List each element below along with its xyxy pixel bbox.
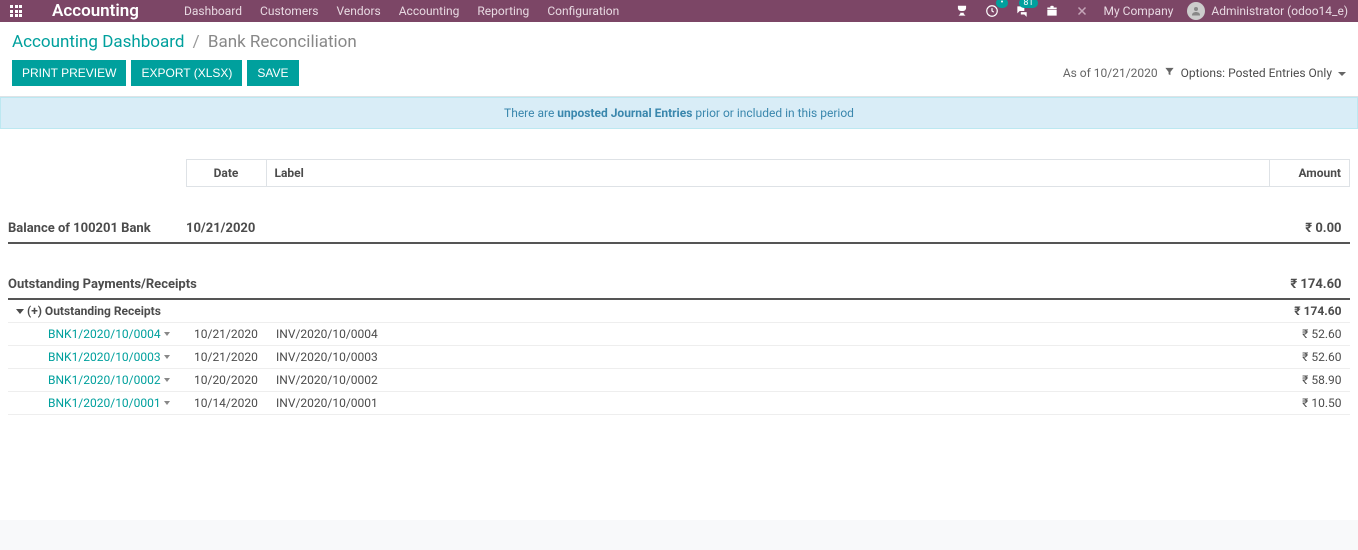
- breadcrumb-current: Bank Reconciliation: [208, 32, 357, 52]
- col-blank: [8, 160, 186, 187]
- save-button[interactable]: Save: [247, 60, 298, 86]
- receipts-title: (+) Outstanding Receipts: [27, 304, 161, 318]
- ref-link[interactable]: BNK1/2020/10/0002: [48, 373, 161, 387]
- table-row: BNK1/2020/10/0002 10/20/2020 INV/2020/10…: [8, 368, 1350, 391]
- activity-icon[interactable]: •: [984, 3, 1000, 19]
- top-navbar: Accounting Dashboard Customers Vendors A…: [0, 0, 1358, 22]
- row-amount: ₹ 52.60: [1270, 345, 1350, 368]
- row-amount: ₹ 10.50: [1270, 391, 1350, 414]
- balance-row: Balance of 100201 Bank 10/21/2020 ₹ 0.00: [8, 215, 1350, 243]
- report-body: Date Label Amount Balance of 100201 Bank…: [0, 129, 1358, 423]
- export-xlsx-button[interactable]: Export (XLSX): [131, 60, 242, 86]
- discuss-badge: 81: [1019, 0, 1037, 8]
- receipts-total: ₹ 174.60: [1270, 299, 1350, 323]
- chevron-down-icon: [1338, 72, 1346, 76]
- unposted-notice[interactable]: There are unposted Journal Entries prior…: [0, 97, 1358, 129]
- ref-link[interactable]: BNK1/2020/10/0004: [48, 327, 161, 341]
- caret-down-icon: [16, 309, 24, 314]
- table-row: BNK1/2020/10/0001 10/14/2020 INV/2020/10…: [8, 391, 1350, 414]
- print-preview-button[interactable]: Print Preview: [12, 60, 126, 86]
- asof-label: As of 10/21/2020: [1063, 66, 1158, 80]
- breadcrumb-parent[interactable]: Accounting Dashboard: [12, 32, 184, 52]
- nav-vendors[interactable]: Vendors: [336, 4, 380, 18]
- ref-link[interactable]: BNK1/2020/10/0001: [48, 396, 161, 410]
- options-dropdown[interactable]: Options: Posted Entries Only: [1181, 66, 1346, 80]
- row-label: INV/2020/10/0003: [266, 345, 1270, 368]
- col-label: Label: [266, 160, 1270, 187]
- row-amount: ₹ 58.90: [1270, 368, 1350, 391]
- nav-menu: Dashboard Customers Vendors Accounting R…: [184, 4, 619, 18]
- nav-reporting[interactable]: Reporting: [477, 4, 529, 18]
- row-menu-icon[interactable]: [164, 401, 170, 405]
- row-amount: ₹ 52.60: [1270, 322, 1350, 345]
- breadcrumb-sep: /: [193, 32, 200, 52]
- row-menu-icon[interactable]: [164, 378, 170, 382]
- outstanding-row: Outstanding Payments/Receipts ₹ 174.60: [8, 271, 1350, 299]
- row-date: 10/20/2020: [186, 368, 266, 391]
- row-label: INV/2020/10/0002: [266, 368, 1270, 391]
- user-name: Administrator (odoo14_e): [1211, 4, 1348, 18]
- balance-title: Balance of 100201 Bank: [8, 215, 186, 243]
- row-menu-icon[interactable]: [164, 332, 170, 336]
- row-label: INV/2020/10/0004: [266, 322, 1270, 345]
- company-name[interactable]: My Company: [1104, 4, 1174, 18]
- nav-dashboard[interactable]: Dashboard: [184, 4, 242, 18]
- col-date: Date: [186, 160, 266, 187]
- balance-amount: ₹ 0.00: [1270, 215, 1350, 243]
- row-label: INV/2020/10/0001: [266, 391, 1270, 414]
- control-panel: Accounting Dashboard / Bank Reconciliati…: [0, 22, 1358, 97]
- row-menu-icon[interactable]: [164, 355, 170, 359]
- footer-bar: [0, 520, 1358, 550]
- avatar: [1187, 2, 1205, 20]
- col-amount: Amount: [1270, 160, 1350, 187]
- balance-date: 10/21/2020: [186, 215, 266, 243]
- close-icon[interactable]: [1074, 3, 1090, 19]
- row-date: 10/21/2020: [186, 345, 266, 368]
- nav-accounting[interactable]: Accounting: [399, 4, 460, 18]
- filter-icon[interactable]: [1164, 66, 1175, 80]
- outstanding-total: ₹ 174.60: [1270, 271, 1350, 299]
- trophy-icon[interactable]: [954, 3, 970, 19]
- outstanding-title: Outstanding Payments/Receipts: [8, 271, 1270, 299]
- table-row: BNK1/2020/10/0003 10/21/2020 INV/2020/10…: [8, 345, 1350, 368]
- app-title: Accounting: [52, 1, 139, 21]
- gift-icon[interactable]: [1044, 3, 1060, 19]
- discuss-icon[interactable]: 81: [1014, 3, 1030, 19]
- report-table: Date Label Amount Balance of 100201 Bank…: [8, 159, 1350, 415]
- row-date: 10/21/2020: [186, 322, 266, 345]
- table-row: BNK1/2020/10/0004 10/21/2020 INV/2020/10…: [8, 322, 1350, 345]
- breadcrumb: Accounting Dashboard / Bank Reconciliati…: [12, 32, 1346, 52]
- nav-configuration[interactable]: Configuration: [547, 4, 619, 18]
- nav-customers[interactable]: Customers: [260, 4, 318, 18]
- receipts-subsection[interactable]: (+) Outstanding Receipts ₹ 174.60: [8, 299, 1350, 323]
- badge-count: •: [996, 0, 1007, 8]
- row-date: 10/14/2020: [186, 391, 266, 414]
- ref-link[interactable]: BNK1/2020/10/0003: [48, 350, 161, 364]
- user-menu[interactable]: Administrator (odoo14_e): [1187, 2, 1348, 20]
- apps-icon[interactable]: [10, 5, 22, 17]
